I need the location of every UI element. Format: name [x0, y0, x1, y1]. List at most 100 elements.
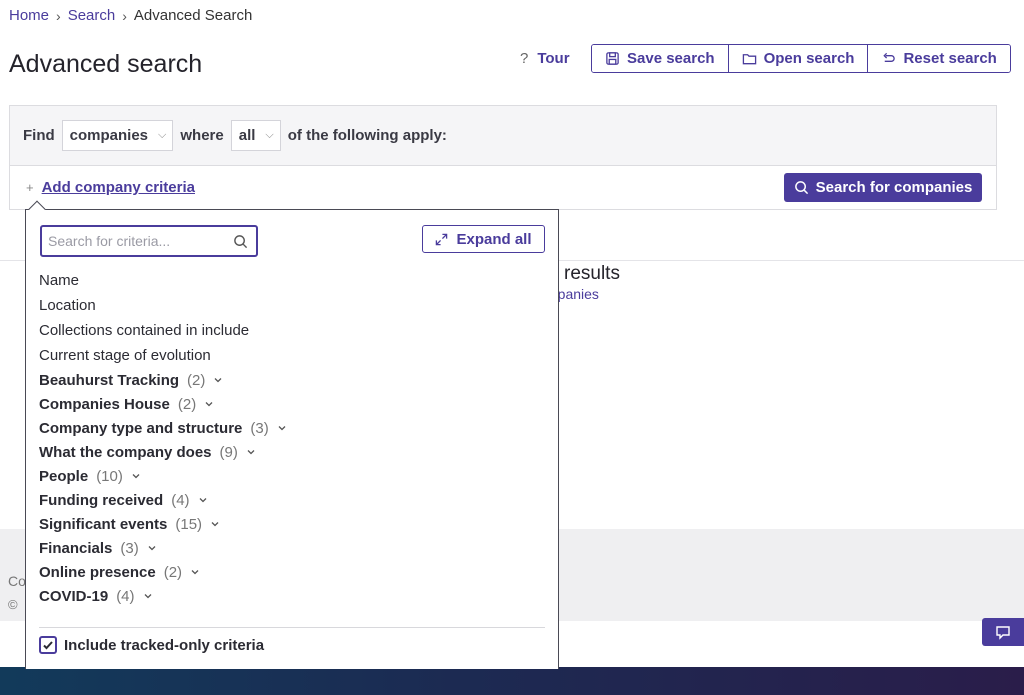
- criteria-group-beauhurst-tracking[interactable]: Beauhurst Tracking (2): [39, 368, 287, 392]
- search-actions-group: Save search Open search Reset search: [591, 44, 1011, 73]
- criteria-group-count: (2): [187, 371, 206, 389]
- criteria-group-covid-19[interactable]: COVID-19 (4): [39, 584, 287, 608]
- criteria-group-name: Beauhurst Tracking: [39, 371, 180, 389]
- criteria-search-field[interactable]: [40, 225, 258, 257]
- chevron-down-icon: [199, 498, 207, 503]
- save-search-label: Save search: [627, 50, 715, 67]
- criteria-group-name: Financials: [39, 539, 113, 557]
- breadcrumb: Home › Search › Advanced Search: [9, 7, 252, 24]
- criteria-search-input[interactable]: [48, 233, 233, 249]
- chevron-down-icon: ⌵: [265, 129, 274, 141]
- criteria-group-count: (15): [175, 515, 203, 533]
- chevron-down-icon: [214, 378, 222, 383]
- criteria-group-count: (3): [250, 419, 269, 437]
- tracked-only-checkbox[interactable]: [39, 636, 57, 654]
- results-title: results: [564, 263, 620, 284]
- criteria-item-name[interactable]: Name: [39, 268, 287, 293]
- criteria-group-name: Significant events: [39, 515, 168, 533]
- criteria-group-count: (10): [96, 467, 123, 485]
- criteria-list: Name Location Collections contained in i…: [39, 268, 287, 608]
- chat-bubble-icon: [996, 626, 1010, 640]
- chevron-down-icon: [278, 426, 286, 431]
- bottom-banner: [0, 667, 1024, 695]
- criteria-group-count: (2): [177, 395, 197, 413]
- breadcrumb-current: Advanced Search: [133, 7, 253, 24]
- criteria-group-funding-received[interactable]: Funding received (4): [39, 488, 287, 512]
- find-row: Find companies ⌵ where all ⌵ of the foll…: [10, 106, 996, 166]
- chevron-down-icon: [247, 450, 255, 455]
- question-icon: ?: [520, 50, 529, 67]
- chevron-down-icon: [144, 594, 151, 599]
- criteria-group-name: What the company does: [39, 443, 212, 461]
- chat-button[interactable]: [982, 618, 1024, 646]
- page-title: Advanced search: [9, 50, 203, 78]
- search-icon: [794, 181, 808, 195]
- criteria-group-online-presence[interactable]: Online presence (2): [39, 560, 287, 584]
- reset-search-label: Reset search: [903, 50, 997, 67]
- criteria-group-name: Funding received: [39, 491, 164, 509]
- tour-link[interactable]: ? Tour: [520, 50, 570, 67]
- add-company-criteria-label: Add company criteria: [41, 179, 195, 196]
- criteria-group-significant-events[interactable]: Significant events (15): [39, 512, 287, 536]
- expand-all-label: Expand all: [456, 230, 532, 248]
- entity-select[interactable]: companies ⌵: [61, 120, 174, 151]
- breadcrumb-home-link[interactable]: Home: [9, 7, 49, 24]
- search-for-companies-label: Search for companies: [815, 179, 973, 196]
- open-search-button[interactable]: Open search: [728, 45, 869, 72]
- criteria-group-company-type[interactable]: Company type and structure (3): [39, 416, 287, 440]
- criteria-group-name: COVID-19: [39, 587, 109, 605]
- match-select-value: all: [238, 127, 256, 144]
- add-company-criteria-link[interactable]: + Add company criteria: [26, 179, 195, 196]
- criteria-group-what-company-does[interactable]: What the company does (9): [39, 440, 287, 464]
- tracked-only-checkbox-row[interactable]: Include tracked-only criteria: [39, 636, 264, 654]
- criteria-group-name: Companies House: [39, 395, 170, 413]
- chevron-down-icon: [211, 522, 219, 527]
- save-search-button[interactable]: Save search: [592, 45, 729, 72]
- reset-search-button[interactable]: Reset search: [868, 45, 1010, 72]
- criteria-group-name: Online presence: [39, 563, 156, 581]
- chevron-down-icon: [132, 474, 140, 479]
- criteria-group-count: (3): [120, 539, 139, 557]
- expand-arrows-icon: [436, 233, 448, 245]
- dropdown-divider: [39, 627, 545, 628]
- expand-all-button[interactable]: Expand all: [422, 225, 545, 253]
- chevron-down-icon: [148, 546, 156, 551]
- checkmark-icon: [43, 641, 53, 650]
- entity-select-value: companies: [69, 127, 149, 144]
- criteria-group-count: (2): [163, 563, 183, 581]
- floppy-disk-icon: [606, 52, 619, 65]
- open-search-label: Open search: [763, 50, 855, 67]
- folder-icon: [742, 54, 756, 65]
- chevron-down-icon: [205, 402, 213, 407]
- criteria-group-count: (4): [171, 491, 190, 509]
- find-panel: Find companies ⌵ where all ⌵ of the foll…: [9, 105, 997, 210]
- criteria-group-count: (9): [219, 443, 238, 461]
- footer-text: Co: [8, 573, 26, 589]
- criteria-item-location[interactable]: Location: [39, 293, 287, 318]
- chevron-right-icon: ›: [122, 7, 127, 24]
- match-select[interactable]: all ⌵: [230, 120, 281, 151]
- criteria-item-stage-of-evolution[interactable]: Current stage of evolution: [39, 343, 287, 368]
- criteria-group-name: Company type and structure: [39, 419, 243, 437]
- undo-arrow-icon: [883, 52, 896, 62]
- criteria-group-name: People: [39, 467, 89, 485]
- breadcrumb-search-link[interactable]: Search: [68, 7, 116, 24]
- chevron-right-icon: ›: [56, 7, 61, 24]
- criteria-group-companies-house[interactable]: Companies House (2): [39, 392, 287, 416]
- find-label: Find: [23, 127, 55, 144]
- tour-label: Tour: [537, 50, 570, 67]
- find-suffix: of the following apply:: [287, 127, 447, 144]
- criteria-group-count: (4): [116, 587, 135, 605]
- tracked-only-label: Include tracked-only criteria: [64, 636, 265, 654]
- chevron-down-icon: ⌵: [158, 129, 167, 141]
- criteria-item-collections[interactable]: Collections contained in include: [39, 318, 287, 343]
- criteria-dropdown: Expand all Name Location Collections con…: [25, 209, 559, 669]
- chevron-down-icon: [191, 570, 199, 575]
- plus-icon: +: [26, 180, 34, 195]
- search-for-companies-button[interactable]: Search for companies: [784, 173, 982, 202]
- footer-copyright: ©: [8, 597, 18, 612]
- criteria-group-financials[interactable]: Financials (3): [39, 536, 287, 560]
- where-label: where: [180, 127, 224, 144]
- search-icon: [234, 234, 248, 248]
- criteria-group-people[interactable]: People (10): [39, 464, 287, 488]
